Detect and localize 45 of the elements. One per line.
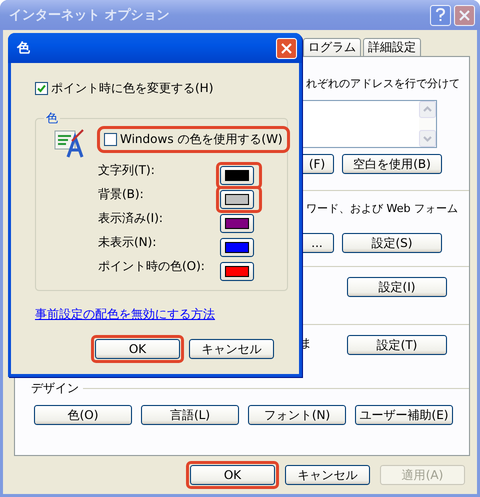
color-label: 未表示(N): bbox=[98, 234, 158, 251]
tab[interactable]: ログラム bbox=[303, 38, 361, 56]
dialog-button[interactable]: キャンセル bbox=[189, 339, 274, 359]
close-icon bbox=[459, 10, 470, 20]
close-button[interactable] bbox=[276, 38, 297, 58]
settings-button[interactable]: 設定(S) bbox=[342, 233, 442, 253]
partial-button[interactable]: ... bbox=[300, 233, 334, 253]
partial-button[interactable]: (F) bbox=[300, 154, 334, 174]
settings-button[interactable]: 設定(T) bbox=[347, 335, 447, 355]
design-button[interactable]: 色(O) bbox=[34, 405, 132, 425]
design-button[interactable]: 言語(L) bbox=[141, 405, 239, 425]
address-instructions: れぞれのアドレスを行で分けて bbox=[306, 77, 460, 91]
group-label: デザイン bbox=[31, 380, 79, 397]
help-icon bbox=[435, 8, 446, 22]
dialog-button[interactable]: OK bbox=[190, 465, 275, 485]
group-label: 色 bbox=[45, 110, 59, 127]
color-label: 文字列(T): bbox=[98, 162, 156, 179]
color-swatch-button[interactable] bbox=[220, 166, 254, 185]
font-color-icon bbox=[54, 129, 86, 159]
help-button[interactable] bbox=[430, 4, 451, 26]
dialog-button[interactable]: OK bbox=[95, 339, 180, 359]
color-swatch-button[interactable] bbox=[220, 262, 254, 281]
use-blank-button[interactable]: 空白を使用(B) bbox=[342, 154, 442, 174]
color-label: ポイント時の色(O): bbox=[98, 258, 206, 275]
dialog-button[interactable]: キャンセル bbox=[285, 465, 370, 485]
color-swatch-button[interactable] bbox=[220, 190, 254, 209]
close-icon bbox=[281, 42, 292, 54]
autocomplete-text: ワード、および Web フォーム bbox=[306, 202, 458, 216]
checkbox[interactable] bbox=[104, 133, 117, 146]
window-title: インターネット オプション bbox=[9, 6, 171, 24]
color-swatch-button[interactable] bbox=[220, 214, 254, 233]
color-label: 背景(B): bbox=[98, 186, 145, 203]
checkbox[interactable] bbox=[35, 82, 48, 95]
tab[interactable]: 詳細設定 bbox=[363, 38, 421, 56]
hover-color-checkbox[interactable]: ポイント時に色を変更する(H) bbox=[35, 80, 299, 97]
dialog-title: 色 bbox=[17, 40, 31, 57]
design-button[interactable]: ユーザー補助(E) bbox=[355, 405, 453, 425]
windows-colors-checkbox[interactable]: Windows の色を使用する(W) bbox=[100, 129, 287, 150]
color-label: 表示済み(I): bbox=[98, 210, 164, 227]
design-button[interactable]: フォント(N) bbox=[248, 405, 346, 425]
color-swatch-button[interactable] bbox=[220, 238, 254, 257]
check-icon bbox=[37, 84, 46, 93]
settings-button[interactable]: 設定(I) bbox=[347, 277, 447, 297]
help-link[interactable]: 事前設定の配色を無効にする方法 bbox=[35, 306, 215, 323]
close-button[interactable] bbox=[454, 4, 475, 26]
